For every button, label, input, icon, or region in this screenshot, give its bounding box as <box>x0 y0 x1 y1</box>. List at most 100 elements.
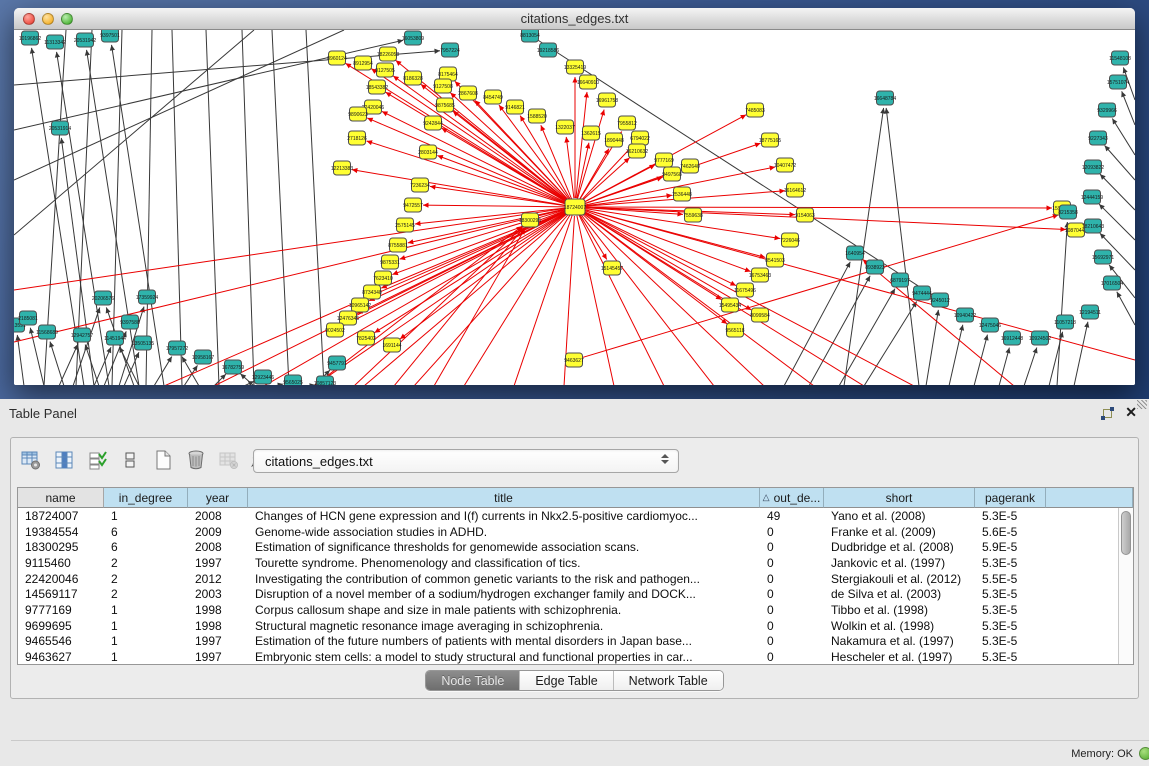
show-columns-icon[interactable] <box>52 449 76 471</box>
column-header-title[interactable]: title <box>248 488 760 508</box>
table-row[interactable]: 1830029562008Estimation of significance … <box>18 539 1133 555</box>
table-selector-dropdown[interactable]: citations_edges.txt <box>253 449 679 473</box>
column-header-label: out_de... <box>774 491 821 505</box>
graph-node-label: 15495434 <box>719 303 741 309</box>
column-header-name[interactable]: name <box>18 488 104 508</box>
edge-arrowhead-icon <box>374 328 380 333</box>
column-header-short[interactable]: short <box>824 488 975 508</box>
graph-node-label: 9024502 <box>325 328 345 334</box>
graph-node-label: 8175464 <box>438 72 458 78</box>
citation-edge-red <box>394 228 524 385</box>
table-row[interactable]: 946554611997Estimation of the future num… <box>18 634 1133 650</box>
column-header-in-degree[interactable]: in_degree <box>104 488 188 508</box>
table-cell: 5.6E-5 <box>975 525 1046 539</box>
edge-arrowhead-icon <box>721 318 727 323</box>
graph-node-label: 1640954 <box>845 251 865 257</box>
graph-node-label: 9457791 <box>327 361 347 367</box>
graph-node-label: 2536448 <box>672 192 692 198</box>
column-header-out-de-[interactable]: △out_de... <box>760 488 824 508</box>
close-window-icon[interactable] <box>23 13 35 25</box>
memory-status-label: Memory: OK <box>1071 748 1133 760</box>
citation-edge-black <box>1105 146 1135 180</box>
row-selection-icon[interactable] <box>85 449 109 471</box>
edge-arrowhead-icon <box>564 137 569 143</box>
graph-node-label: 9565118 <box>725 328 744 334</box>
graph-node-label: 6879197 <box>890 278 910 284</box>
table-cell: 5.5E-5 <box>975 572 1046 586</box>
citation-edge-red <box>584 209 1135 360</box>
table-row[interactable]: 977716911998Corpus callosum shape and si… <box>18 602 1133 618</box>
graph-node-label: 13505135 <box>132 341 154 347</box>
graph-node-label: 7485083 <box>745 108 765 114</box>
graph-node-label: 18226058 <box>377 52 399 58</box>
graph-node-label: 8734348 <box>362 290 382 296</box>
merge-tables-icon[interactable] <box>118 449 142 471</box>
graph-node-label: 7226046 <box>780 238 800 244</box>
tab-network-table[interactable]: Network Table <box>614 671 723 690</box>
graph-node-label: 9463627 <box>564 358 584 364</box>
table-cell: 5.3E-5 <box>975 619 1046 633</box>
graph-node-label: 8215358 <box>1058 210 1078 216</box>
table-panel-title: Table Panel <box>9 406 77 421</box>
graph-node-label: 17957272 <box>166 346 188 352</box>
graph-node-label: 10958167 <box>192 355 214 361</box>
table-cell: Tourette syndrome. Phenomenology and cla… <box>248 556 760 570</box>
table-row[interactable]: 911546021997Tourette syndrome. Phenomeno… <box>18 555 1133 571</box>
memory-ok-icon[interactable] <box>1139 747 1149 760</box>
table-row[interactable]: 969969511998Structural magnetic resonanc… <box>18 618 1133 634</box>
float-panel-icon[interactable] <box>1101 407 1114 420</box>
citation-graph: 1872400789601248912954182260589127505185… <box>14 30 1135 385</box>
network-window-titlebar[interactable]: citations_edges.txt <box>14 8 1135 30</box>
new-table-icon[interactable] <box>151 449 175 471</box>
scrollbar-thumb[interactable] <box>1121 511 1131 555</box>
graph-node-label: 17016504 <box>1101 281 1123 287</box>
column-header-pagerank[interactable]: pagerank <box>975 488 1046 508</box>
table-panel-titlebar: Table Panel ✕ <box>0 399 1149 427</box>
traffic-lights <box>23 13 73 25</box>
table-cell: Estimation of the future numbers of pati… <box>248 634 760 648</box>
close-panel-icon[interactable]: ✕ <box>1125 404 1137 421</box>
citation-edge-black <box>1112 118 1135 155</box>
table-cell: Dudbridge et al. (2008) <box>824 540 975 554</box>
table-panel: Table Panel ✕ f(x) citations_edges.txt n… <box>0 399 1149 727</box>
citation-edge-black <box>172 30 182 385</box>
table-row[interactable]: 946362711997Embryonic stem cells: a mode… <box>18 649 1133 665</box>
delete-rows-icon[interactable] <box>184 449 208 471</box>
table-cell: 9465546 <box>18 634 104 648</box>
table-cell: Franke et al. (2009) <box>824 525 975 539</box>
network-canvas[interactable]: 1872400789601248912954182260589127505185… <box>14 30 1135 385</box>
table-cell: Structural magnetic resonance image aver… <box>248 619 760 633</box>
network-window[interactable]: citations_edges.txt 18724007896012489129… <box>14 8 1135 385</box>
edge-arrowhead-icon <box>367 140 373 145</box>
graph-node-label: 11568689 <box>36 330 58 336</box>
table-row[interactable]: 2242004622012Investigating the contribut… <box>18 571 1133 587</box>
table-cell: 18300295 <box>18 540 104 554</box>
panel-resize-grip-icon[interactable] <box>1137 400 1147 409</box>
minimize-window-icon[interactable] <box>42 13 54 25</box>
table-cell: 1998 <box>188 619 248 633</box>
citation-edge-red <box>423 205 566 207</box>
tab-node-table[interactable]: Node Table <box>426 671 520 690</box>
graph-node-label: 9890623 <box>348 112 368 118</box>
table-settings-icon[interactable] <box>19 449 43 471</box>
table-cell: 0 <box>760 540 824 554</box>
table-cell: 2 <box>104 556 188 570</box>
table-row[interactable]: 1872400712008Changes of HCN gene express… <box>18 508 1133 524</box>
zoom-window-icon[interactable] <box>61 13 73 25</box>
vertical-scrollbar[interactable] <box>1118 508 1133 664</box>
table-row[interactable]: 1938455462009Genome-wide association stu… <box>18 524 1133 540</box>
table-cell: 2008 <box>188 540 248 554</box>
tab-edge-table[interactable]: Edge Table <box>520 671 613 690</box>
citation-edge-black <box>974 335 987 385</box>
table-cell: 0 <box>760 525 824 539</box>
graph-node-label: 9474444 <box>912 291 932 297</box>
edge-arrowhead-icon <box>1112 118 1117 124</box>
graph-node-label: 16961758 <box>596 98 618 104</box>
node-table: namein_degreeyeartitle△out_de...shortpag… <box>17 487 1134 665</box>
citation-edge-black <box>809 276 870 385</box>
table-row[interactable]: 1456911722003Disruption of a novel membe… <box>18 586 1133 602</box>
graph-node-label: 16648784 <box>874 96 896 102</box>
column-header-year[interactable]: year <box>188 488 248 508</box>
status-bar: Memory: OK <box>11 740 1149 766</box>
graph-node-label: 13325419 <box>564 65 586 71</box>
